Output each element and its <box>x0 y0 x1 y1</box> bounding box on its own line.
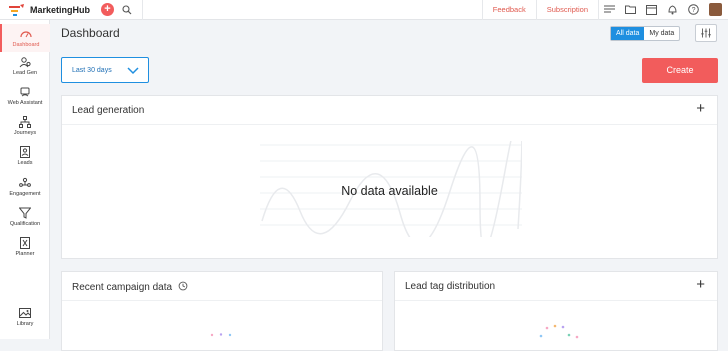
add-widget-button[interactable]: + <box>696 100 705 117</box>
sidebar-item-label: Web Assistant <box>7 100 43 106</box>
sidebar-item-label: Qualification <box>9 221 41 227</box>
user-avatar[interactable] <box>709 3 722 16</box>
sidebar-item-label: Library <box>16 321 34 327</box>
settings-button[interactable] <box>695 24 717 42</box>
sidebar: Dashboard Lead Gen Web Assistant Journey… <box>0 20 50 339</box>
top-bar: MarketingHub + Feedback Subscription ? <box>0 0 728 20</box>
engagement-icon <box>19 177 31 187</box>
sidebar-item-journeys[interactable]: Journeys <box>0 116 50 136</box>
sidebar-item-qualification[interactable]: Qualification <box>0 207 50 227</box>
add-widget-button[interactable]: + <box>696 276 705 293</box>
quick-create-button[interactable]: + <box>101 3 115 16</box>
sidebar-item-leads[interactable]: Leads <box>0 146 50 166</box>
divider <box>142 0 144 20</box>
folder-icon[interactable] <box>625 4 636 15</box>
card-title: Recent campaign data <box>72 281 188 293</box>
logo-icon <box>9 3 24 16</box>
top-icon-group: ? <box>599 4 704 15</box>
empty-state-text: No data available <box>341 184 438 198</box>
divider <box>62 124 717 125</box>
chevron-down-icon <box>127 67 139 75</box>
card-title: Lead tag distribution <box>405 281 496 292</box>
date-range-dropdown[interactable]: Last 30 days <box>61 57 149 83</box>
data-scope-toggle: All data My data <box>610 26 681 41</box>
loading-dots <box>210 333 232 337</box>
library-icon <box>19 308 31 318</box>
recent-campaign-card: Recent campaign data <box>61 271 383 351</box>
sidebar-item-label: Leads <box>17 160 33 166</box>
sidebar-item-label: Engagement <box>9 191 41 197</box>
list-icon[interactable] <box>604 4 615 15</box>
refresh-icon[interactable] <box>178 281 188 291</box>
journeys-icon <box>19 116 31 128</box>
web-assistant-icon <box>20 87 30 97</box>
planner-icon <box>20 237 30 249</box>
card-title-text: Recent campaign data <box>72 282 173 293</box>
app-logo[interactable]: MarketingHub <box>8 3 90 17</box>
sidebar-item-dashboard[interactable]: Dashboard <box>0 24 50 52</box>
search-icon[interactable] <box>122 4 132 15</box>
calendar-icon[interactable] <box>646 4 657 15</box>
my-data-option[interactable]: My data <box>644 27 679 40</box>
sidebar-item-label: Planner <box>15 251 35 257</box>
leads-icon <box>20 146 30 158</box>
qualification-icon <box>19 207 31 219</box>
dashboard-icon <box>20 31 32 38</box>
loading-dots <box>539 324 579 339</box>
feedback-link[interactable]: Feedback <box>483 5 536 14</box>
card-title: Lead generation <box>72 105 145 116</box>
page-title: Dashboard <box>61 26 120 40</box>
lead-generation-card: Lead generation + No data available <box>61 95 718 259</box>
svg-text:?: ? <box>692 7 696 14</box>
sidebar-item-web-assistant[interactable]: Web Assistant <box>0 86 50 106</box>
help-icon[interactable]: ? <box>688 4 699 15</box>
subscription-link[interactable]: Subscription <box>537 5 598 14</box>
bell-icon[interactable] <box>667 4 678 15</box>
sidebar-item-label: Lead Gen <box>12 70 38 76</box>
sidebar-item-planner[interactable]: Planner <box>0 237 50 257</box>
lead-gen-icon <box>19 57 31 68</box>
all-data-option[interactable]: All data <box>611 27 645 40</box>
date-range-value: Last 30 days <box>72 67 112 74</box>
sidebar-item-engagement[interactable]: Engagement <box>0 177 50 197</box>
lead-tag-card: Lead tag distribution + <box>394 271 718 351</box>
divider <box>62 300 382 301</box>
sidebar-item-lead-gen[interactable]: Lead Gen <box>0 56 50 76</box>
create-button[interactable]: Create <box>642 58 718 83</box>
app-name: MarketingHub <box>30 4 91 15</box>
sliders-icon <box>701 28 711 38</box>
divider <box>395 300 717 301</box>
sidebar-item-library[interactable]: Library <box>0 307 50 327</box>
sidebar-item-label: Dashboard <box>12 42 40 48</box>
sidebar-item-label: Journeys <box>13 130 37 136</box>
